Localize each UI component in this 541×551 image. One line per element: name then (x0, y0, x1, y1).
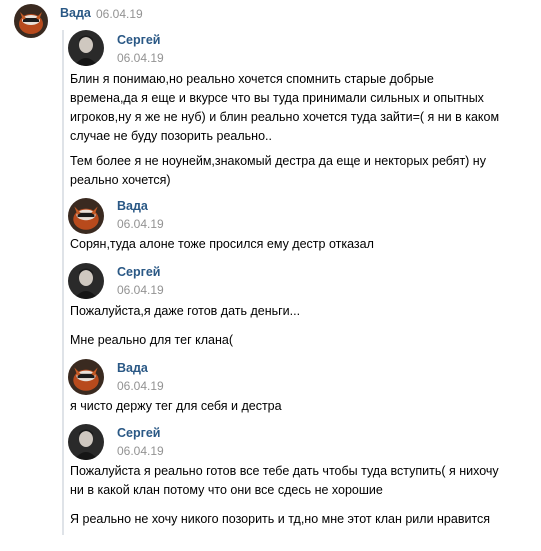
message-date: 06.04.19 (117, 51, 164, 65)
message-date: 06.04.19 (117, 217, 164, 231)
text-line: Я реально не хочу никого позорить и тд,н… (70, 512, 491, 526)
message-text: Я реально не хочу никого позорить и тд,н… (70, 510, 530, 529)
message-text: Блин я понимаю,но реально хочется спомни… (70, 70, 530, 146)
message-date: 06.04.19 (117, 283, 164, 297)
text-line: Блин я понимаю,но реально хочется спомни… (70, 72, 434, 86)
vada-avatar[interactable] (14, 4, 48, 38)
message-text: Пожалуйста я реально готов все тебе дать… (70, 462, 530, 500)
text-line: Сорян,туда алоне тоже просился ему дестр… (70, 237, 374, 251)
message-text: я чисто держу тег для себя и дестра (70, 397, 530, 416)
vada-avatar[interactable] (68, 359, 104, 395)
message-date: 06.04.19 (117, 444, 164, 458)
header-date: 06.04.19 (96, 7, 143, 21)
text-line: ни в какой клан потому что они все сдесь… (70, 483, 383, 497)
message-text: Мне реально для тег клана( (70, 331, 530, 350)
sergey-avatar[interactable] (68, 424, 104, 460)
text-line: Мне реально для тег клана( (70, 333, 234, 347)
message-text: Сорян,туда алоне тоже просился ему дестр… (70, 235, 530, 254)
text-line: времена,да я еще и вкурсе что вы туда пр… (70, 91, 484, 105)
sergey-avatar[interactable] (68, 263, 104, 299)
message-author[interactable]: Вада (117, 361, 148, 375)
message-text: Пожалуйста,я даже готов дать деньги... (70, 302, 530, 321)
vada-avatar[interactable] (68, 198, 104, 234)
text-line: я чисто держу тег для себя и дестра (70, 399, 282, 413)
header-author[interactable]: Вада (60, 6, 91, 20)
message-author[interactable]: Вада (117, 199, 148, 213)
message-author[interactable]: Сергей (117, 33, 160, 47)
text-line: реально хочется) (70, 173, 171, 187)
message-author[interactable]: Сергей (117, 426, 160, 440)
sergey-avatar[interactable] (68, 30, 104, 66)
text-line: игроков,ну я же не нуб) и блин реально х… (70, 110, 500, 124)
message-text: Тем более я не ноунейм,знакомый дестра д… (70, 152, 530, 190)
text-line: Пожалуйста я реально готов все тебе дать… (70, 464, 499, 478)
text-line: Тем более я не ноунейм,знакомый дестра д… (70, 154, 486, 168)
quote-bar (62, 30, 64, 535)
message-author[interactable]: Сергей (117, 265, 160, 279)
text-line: случае не буду позорить реально.. (70, 129, 272, 143)
text-line: Пожалуйста,я даже готов дать деньги... (70, 304, 301, 318)
message-date: 06.04.19 (117, 379, 164, 393)
